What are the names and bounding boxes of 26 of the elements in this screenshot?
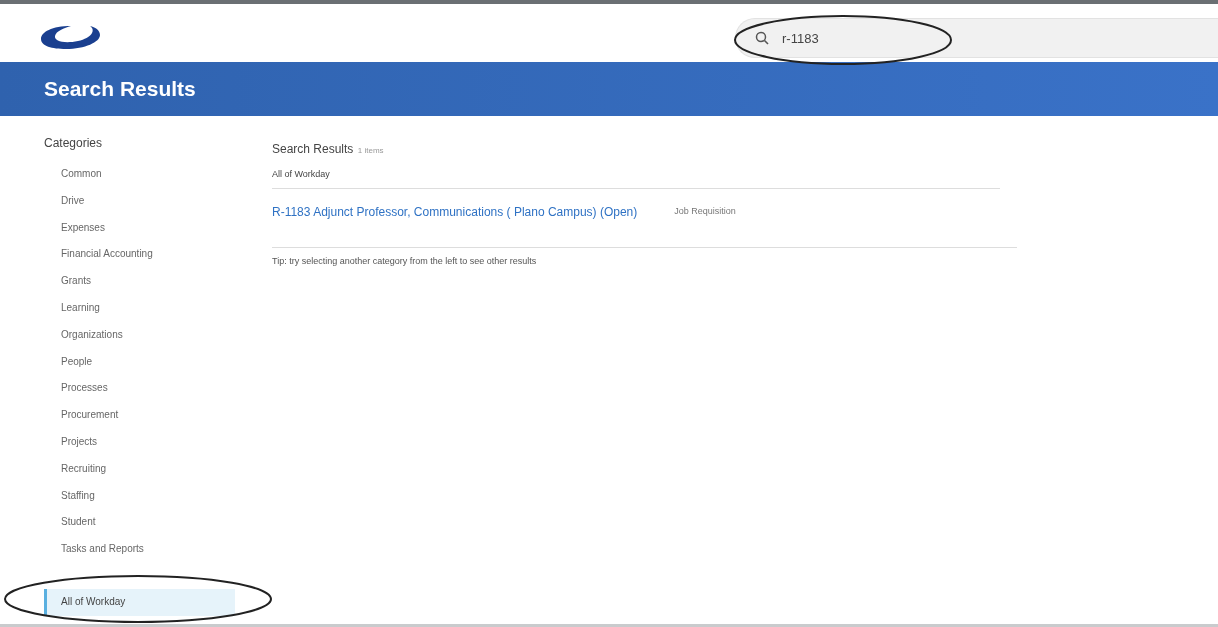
category-item[interactable]: Common [44,161,235,188]
result-count: 1 items [357,146,384,155]
category-item[interactable]: Staffing [44,482,235,510]
logo-icon [40,24,102,50]
category-item[interactable]: Tasks and Reports [44,536,235,563]
category-item[interactable]: Drive [44,187,235,215]
category-item[interactable]: Student [44,509,235,537]
category-item[interactable]: Grants [44,268,235,295]
category-item[interactable]: Procurement [44,402,235,429]
categories-heading: Categories [44,135,104,152]
result-type: Job Requisition [674,204,736,218]
result-link[interactable]: R-1183 Adjunct Professor, Communications ( Plano Campus) (Open) [272,202,638,221]
category-item[interactable]: Projects [44,428,235,456]
page-title: Search Results [44,76,196,103]
category-item[interactable]: Processes [44,375,235,403]
category-item[interactable]: Recruiting [44,455,235,483]
category-item[interactable]: All of Workday [44,588,235,616]
category-item[interactable]: Financial Accounting [44,241,235,269]
category-item[interactable]: Learning [44,295,235,322]
search-field[interactable]: r-1183 [735,18,1218,58]
category-label: All of Workday [272,168,1000,189]
results-heading: Search Results [272,142,354,156]
category-item[interactable]: Organizations [44,321,235,349]
category-item[interactable]: Expenses [44,214,235,242]
tip-text: Tip: try selecting another category from the left to see other results [272,246,1017,268]
category-item[interactable]: People [44,348,235,376]
